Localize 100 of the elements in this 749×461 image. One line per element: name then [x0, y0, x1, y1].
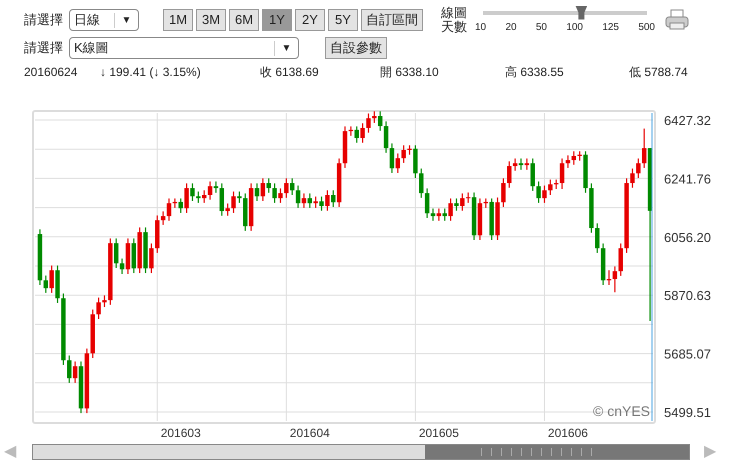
- candlestick: [308, 192, 312, 209]
- y-axis-label: 6056.20: [664, 230, 711, 245]
- x-axis-label: 201606: [548, 426, 588, 440]
- candlestick: [278, 188, 283, 204]
- candlestick: [102, 294, 107, 308]
- custom-params-button[interactable]: 自設參數: [325, 37, 387, 59]
- x-axis-label: 201603: [160, 426, 201, 440]
- candlestick: [272, 182, 277, 204]
- candlestick: [542, 184, 547, 204]
- dropdown[interactable]: 日線 ▼: [69, 9, 139, 31]
- candlestick: [572, 150, 576, 166]
- candlestick: [454, 198, 459, 212]
- quote-open: 開 6338.10: [380, 64, 440, 81]
- select-label: 請選擇: [24, 39, 63, 58]
- period-button[interactable]: 1Y: [262, 9, 292, 31]
- slider-tick-label: 10: [475, 20, 486, 34]
- period-button[interactable]: 1M: [163, 9, 193, 31]
- candlestick: [266, 178, 271, 194]
- candlestick: [424, 188, 430, 219]
- candlestick: [512, 158, 518, 172]
- candlestick: [636, 158, 641, 179]
- quote-close: 收 6138.69: [260, 64, 320, 81]
- days-label: 天數: [441, 20, 467, 34]
- candlestick: [360, 122, 365, 144]
- scrollbar-thumb[interactable]: [425, 445, 689, 459]
- candlestick: [284, 178, 289, 198]
- y-axis-label: 5685.07: [664, 346, 711, 362]
- candlestick: [577, 150, 582, 162]
- candlestick: [149, 242, 154, 274]
- candlestick: [220, 182, 224, 216]
- candlestick: [384, 120, 388, 154]
- candlestick: [390, 142, 394, 174]
- slider-tick-label: 20: [505, 20, 517, 34]
- candlestick: [166, 198, 172, 222]
- days-label: 線圖: [441, 6, 467, 20]
- candlestick: [254, 182, 260, 202]
- candlestick: [72, 360, 78, 384]
- y-axis-label: 6241.76: [664, 171, 711, 186]
- candlestick: [530, 158, 535, 192]
- candlestick: [507, 160, 512, 188]
- candlestick: [595, 222, 600, 254]
- slider-tick-label: 100: [566, 20, 583, 34]
- candlestick: [178, 198, 183, 214]
- candlestick: [184, 182, 189, 214]
- candlestick: [225, 202, 230, 216]
- candlestick: [407, 144, 412, 156]
- candlestick: [372, 110, 377, 124]
- candlestick: [44, 274, 48, 294]
- candlestick: [120, 258, 124, 275]
- candlestick: [548, 178, 553, 196]
- candlestick: [331, 190, 336, 208]
- candlestick: [190, 182, 195, 202]
- candlestick: [612, 266, 618, 293]
- candlestick: [536, 180, 541, 204]
- candlestick: [290, 178, 294, 196]
- candlestick: [606, 270, 612, 286]
- quote-date: 20160624: [24, 64, 78, 81]
- candlestick: [319, 196, 324, 212]
- candlestick: [366, 112, 371, 134]
- candlestick: [560, 158, 564, 190]
- period-button[interactable]: 5Y: [328, 9, 358, 31]
- period-button[interactable]: 3M: [196, 9, 226, 31]
- candlestick: [114, 238, 118, 269]
- candlestick: [354, 126, 359, 144]
- candlestick: [202, 190, 206, 204]
- y-axis-label: 5499.51: [664, 405, 711, 420]
- printer-icon[interactable]: [665, 9, 689, 31]
- candlestick: [49, 264, 54, 294]
- custom-range-button[interactable]: 自訂區間: [361, 9, 423, 31]
- candlestick: [260, 178, 266, 202]
- candlestick: [208, 180, 212, 200]
- candlestick: [302, 192, 306, 209]
- candlestick: [96, 297, 101, 320]
- candlestick: [401, 144, 406, 164]
- dropdown[interactable]: K線圖 ▼: [69, 37, 299, 59]
- candlestick: [448, 198, 453, 222]
- candlestick: [160, 210, 166, 226]
- candlestick: [378, 110, 382, 132]
- candlestick: [466, 192, 470, 204]
- candlestick: [460, 192, 465, 212]
- candlestick: [419, 168, 424, 198]
- candlestick: [524, 158, 530, 170]
- candlestick: [325, 190, 330, 212]
- candlestick: [618, 242, 623, 276]
- candlestick: [566, 154, 570, 169]
- candlestick: [67, 354, 72, 384]
- x-axis-label: 201605: [418, 426, 459, 440]
- x-axis-label: 201604: [290, 426, 330, 440]
- candlestick: [518, 158, 524, 170]
- y-axis-label: 6427.32: [664, 113, 711, 128]
- slider-tick-label: 500: [638, 20, 655, 34]
- candlestick: [396, 152, 400, 174]
- period-button[interactable]: 2Y: [295, 9, 325, 31]
- quote-high: 高 6338.55: [505, 64, 565, 81]
- quote-low: 低 5788.74: [629, 64, 688, 81]
- candlestick: [501, 178, 506, 208]
- candlestick: [231, 190, 236, 214]
- period-button[interactable]: 6M: [229, 9, 259, 31]
- candlestick: [630, 168, 635, 188]
- chart-credit: © cnYES: [592, 403, 650, 419]
